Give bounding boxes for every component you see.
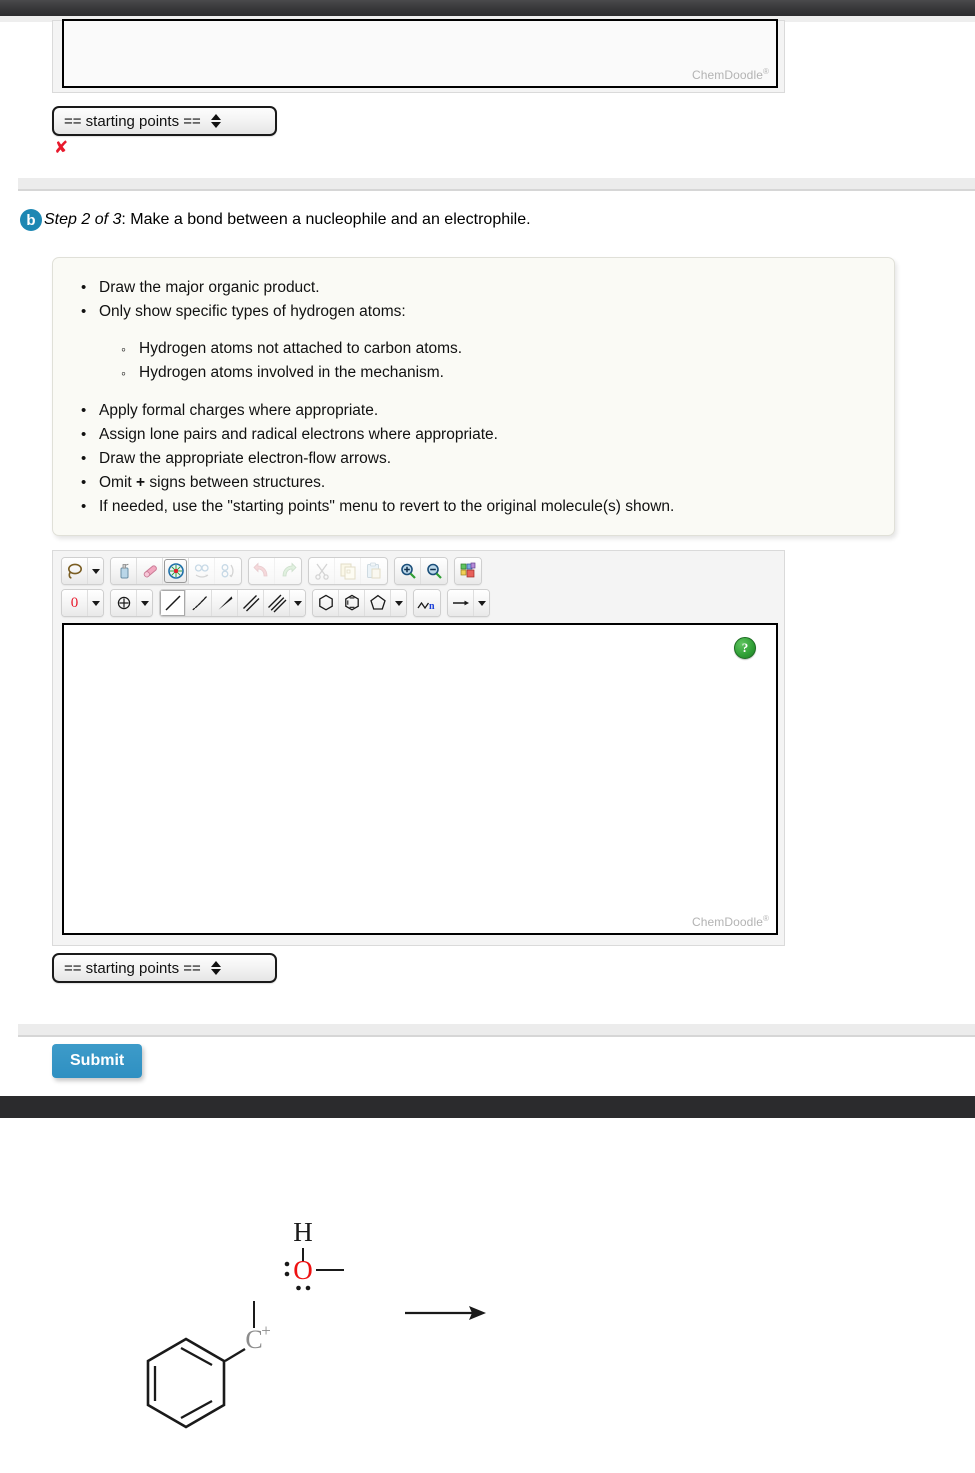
zoom-out-tool[interactable] <box>421 558 447 584</box>
incorrect-mark-icon: ✘ <box>54 138 69 158</box>
instruction-item: Draw the appropriate electron-flow arrow… <box>81 447 878 471</box>
toolbar-group-charge: 0 <box>61 589 104 617</box>
bond-dropdown-arrow[interactable] <box>290 590 305 616</box>
toolbar-group-bonds <box>159 589 306 617</box>
wedge-bond-tool[interactable] <box>212 590 238 616</box>
starting-points-select-top[interactable]: == starting points == <box>52 106 277 136</box>
omit-suffix: signs between structures. <box>145 474 326 491</box>
carbocation-charge-label: + <box>261 1321 271 1340</box>
toolbar-group-select <box>61 557 104 585</box>
molecule-structure: H O C + <box>146 1217 486 1429</box>
instructions-sublist: Hydrogen atoms not attached to carbon at… <box>99 337 878 385</box>
step-badge-b: b <box>20 209 42 231</box>
triple-bond-tool[interactable] <box>264 590 290 616</box>
carbocation-atom-label: C <box>245 1325 262 1354</box>
instruction-item-omit: Omit + signs between structures. <box>81 471 878 495</box>
charge-dropdown-arrow[interactable] <box>88 590 103 616</box>
step-number-label: Step 2 of 3 <box>44 211 122 228</box>
lasso-select-tool[interactable] <box>62 558 88 584</box>
lone-pair-tool[interactable] <box>111 590 137 616</box>
toolbar-group-clipboard <box>308 557 388 585</box>
page-bottom-filler <box>0 1118 975 1133</box>
arrow-dropdown-arrow[interactable] <box>474 590 489 616</box>
omit-prefix: Omit <box>99 474 137 491</box>
section-divider-bottom <box>18 1024 975 1037</box>
submit-button[interactable]: Submit <box>52 1044 143 1078</box>
hash-bond-tool[interactable] <box>186 590 212 616</box>
section-divider-top <box>18 178 975 191</box>
flip-vertical-tool[interactable] <box>215 558 241 584</box>
step-instruction-label: : Make a bond between a nucleophile and … <box>121 211 531 228</box>
charge-tool[interactable]: 0 <box>62 590 88 616</box>
toolbar-group-lonepair <box>110 589 153 617</box>
zoom-in-tool[interactable] <box>395 558 421 584</box>
previous-step-sketcher-frame: ChemDoodle® <box>52 19 785 93</box>
clear-tool[interactable] <box>111 558 137 584</box>
molecule-drawing-canvas[interactable]: ? ChemDoodle® <box>62 623 778 935</box>
instruction-subitem: Hydrogen atoms not attached to carbon at… <box>121 337 878 361</box>
oxygen-atom-label: O <box>293 1255 313 1285</box>
benzene-tool[interactable] <box>339 590 365 616</box>
omit-plus-sign: + <box>136 474 146 491</box>
benzene-ring <box>146 1337 226 1429</box>
toolbar-group-zoom <box>394 557 448 585</box>
cyclopentane-tool[interactable] <box>365 590 391 616</box>
chain-tool[interactable]: n <box>414 590 440 616</box>
charge-value-label: 0 <box>70 594 79 611</box>
chemdoodle-sketcher-frame: 0 n ? ChemDoodle® H O C + <box>52 550 785 1429</box>
help-icon[interactable]: ? <box>734 637 756 659</box>
stepper-arrows-icon-top <box>210 114 221 128</box>
lone-pair-dropdown-arrow[interactable] <box>137 590 152 616</box>
starting-points-label-top: == starting points == <box>64 112 201 130</box>
instructions-panel: Draw the major organic product. Only sho… <box>52 257 895 536</box>
redo-tool[interactable] <box>275 558 301 584</box>
toolbar-group-chain: n <box>413 589 441 617</box>
flip-horizontal-tool[interactable] <box>189 558 215 584</box>
double-bond-tool[interactable] <box>238 590 264 616</box>
browser-chrome-bottom-bar <box>0 1096 975 1118</box>
step-title: Step 2 of 3: Make a bond between a nucle… <box>44 211 531 229</box>
step-header: b Step 2 of 3: Make a bond between a nuc… <box>20 209 531 231</box>
instruction-item: Only show specific types of hydrogen ato… <box>81 300 878 324</box>
instruction-item: Draw the major organic product. <box>81 276 878 300</box>
bond-c-ring <box>224 1347 246 1363</box>
instruction-item: Apply formal charges where appropriate. <box>81 399 878 423</box>
undo-tool[interactable] <box>249 558 275 584</box>
previous-step-canvas[interactable]: ChemDoodle® <box>62 19 778 88</box>
starting-points-select-main[interactable]: == starting points == <box>52 953 277 983</box>
clean-structure-tool[interactable] <box>163 558 189 584</box>
sketcher-toolbar-row-2: 0 n <box>61 589 496 617</box>
reaction-arrow <box>405 1306 486 1320</box>
toolbar-group-periodic <box>454 557 482 585</box>
instruction-item: If needed, use the "starting points" men… <box>81 495 878 519</box>
sketcher-toolbar-row-1 <box>61 557 488 585</box>
oxygen-lone-pair-below-icon <box>296 1285 311 1291</box>
paste-tool[interactable] <box>361 558 387 584</box>
starting-points-label-main: == starting points == <box>64 959 201 977</box>
instructions-list: Draw the major organic product. Only sho… <box>69 276 878 519</box>
lasso-dropdown-arrow[interactable] <box>88 558 103 584</box>
stepper-arrows-icon-main <box>210 961 221 975</box>
reaction-arrow-tool[interactable] <box>448 590 474 616</box>
ring-dropdown-arrow[interactable] <box>391 590 406 616</box>
svg-text:n: n <box>429 601 435 612</box>
toolbar-group-edit <box>110 557 242 585</box>
copy-tool[interactable] <box>335 558 361 584</box>
cyclohexane-tool[interactable] <box>313 590 339 616</box>
toolbar-group-arrows <box>447 589 490 617</box>
instruction-subitem: Hydrogen atoms involved in the mechanism… <box>121 361 878 385</box>
periodic-table-tool[interactable] <box>455 558 481 584</box>
toolbar-group-rings <box>312 589 407 617</box>
toolbar-group-history <box>248 557 302 585</box>
hydrogen-atom-label: H <box>293 1217 313 1247</box>
single-bond-tool[interactable] <box>160 590 186 616</box>
instruction-item: Assign lone pairs and radical electrons … <box>81 423 878 447</box>
cut-tool[interactable] <box>309 558 335 584</box>
chemdoodle-watermark-top: ChemDoodle® <box>691 67 769 82</box>
oxygen-lone-pair-left-icon <box>284 1261 290 1277</box>
eraser-tool[interactable] <box>137 558 163 584</box>
chemdoodle-watermark-main: ChemDoodle® <box>691 914 769 929</box>
browser-chrome-top-bar <box>0 0 975 16</box>
